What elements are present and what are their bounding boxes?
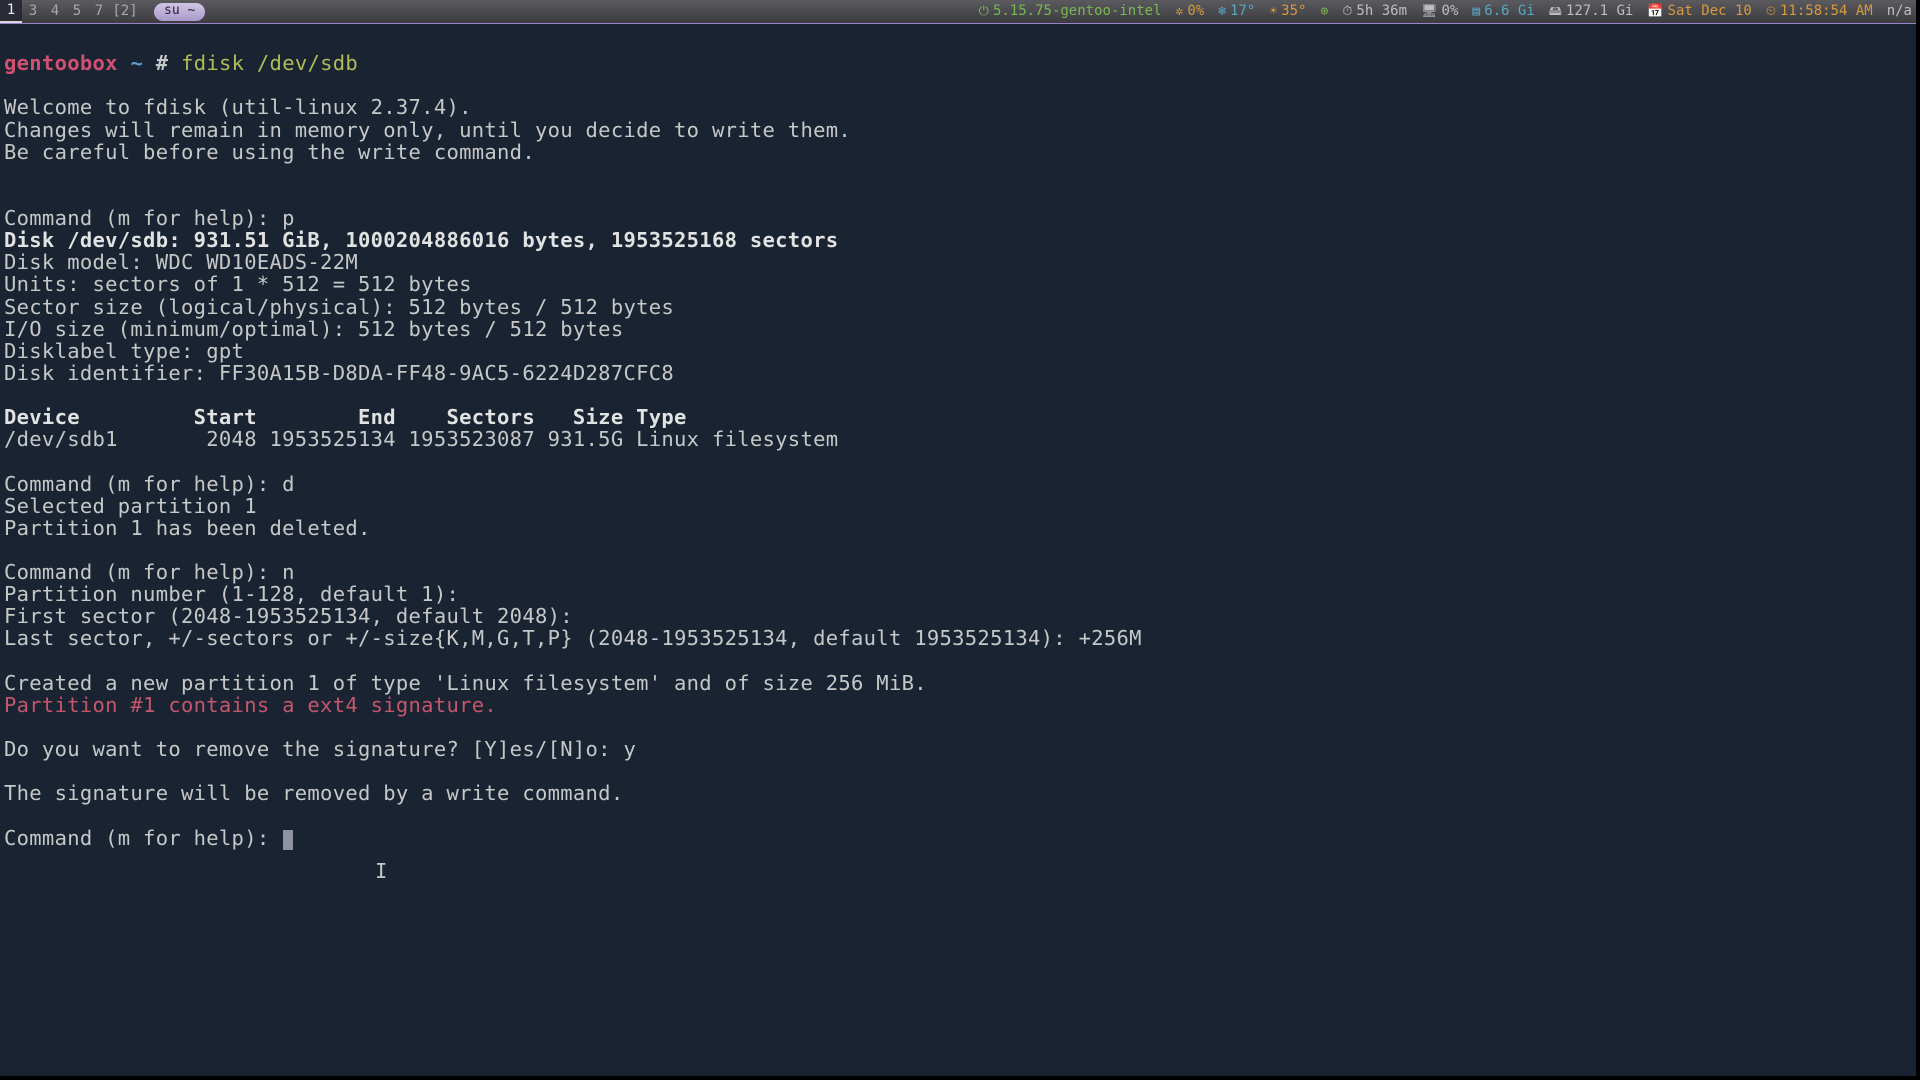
calendar-icon: 📅: [1647, 5, 1663, 18]
partition-number-prompt: Partition number (1-128, default 1):: [4, 582, 472, 606]
disk-io-size: I/O size (minimum/optimal): 512 bytes / …: [4, 317, 623, 341]
ram-icon: ▤: [1472, 5, 1480, 18]
text-caret-icon: I: [375, 860, 387, 882]
workspace-4[interactable]: 4: [44, 0, 66, 23]
workspace-7[interactable]: 7: [88, 0, 110, 23]
date-indicator: 📅 Sat Dec 10: [1647, 4, 1751, 19]
uptime-indicator: ⏱ 5h 36m: [1342, 4, 1407, 19]
prompt-host: gentoobox: [4, 51, 118, 75]
signature-removed-notice: The signature will be removed by a write…: [4, 781, 623, 805]
system-tray: ⏻ 5.15.75-gentoo-intel ✲ 0% ❄ 17° ☀ 35° …: [979, 4, 1920, 19]
fdisk-command-n: Command (m for help): n: [4, 560, 295, 584]
workspace-2[interactable]: [2]: [110, 0, 140, 23]
terminal[interactable]: gentoobox ~ # fdisk /dev/sdb Welcome to …: [0, 24, 1920, 850]
disk-label-type: Disklabel type: gpt: [4, 339, 244, 363]
time-icon: ⏲: [1766, 5, 1776, 18]
fan-text: 0%: [1187, 4, 1204, 19]
prompt-sigil: #: [156, 51, 169, 75]
fan-icon: ✲: [1176, 5, 1184, 18]
disk-indicator: 🖴 127.1 Gi: [1549, 4, 1634, 19]
remove-signature-prompt: Do you want to remove the signature? [Y]…: [4, 737, 636, 761]
time-indicator: ⏲ 11:58:54 AM: [1766, 4, 1873, 19]
terminal-cursor: [283, 830, 293, 850]
workspace-5[interactable]: 5: [66, 0, 88, 23]
partition-table-row: /dev/sdb1 2048 1953525134 1953523087 931…: [4, 427, 838, 451]
partition-table-header: Device Start End Sectors Size Type: [4, 405, 687, 429]
status-bar: 1 3 4 5 7 [2] su ~ ⏻ 5.15.75-gentoo-inte…: [0, 0, 1920, 24]
memory-indicator: ▤ 6.6 Gi: [1472, 4, 1534, 19]
prompt-command: fdisk /dev/sdb: [181, 51, 358, 75]
window-title: su ~: [154, 3, 205, 21]
battery-indicator: 🖥 0%: [1421, 4, 1458, 19]
workspace-switcher[interactable]: 1 3 4 5 7 [2]: [0, 0, 140, 23]
extra-indicator: n/a: [1887, 4, 1912, 19]
prompt-line: gentoobox ~ # fdisk /dev/sdb: [4, 51, 358, 75]
workspace-1[interactable]: 1: [0, 0, 22, 23]
temp-cold-indicator: ❄ 17°: [1218, 4, 1255, 19]
net-indicator: ⊕: [1320, 5, 1328, 18]
power-icon: ⏻: [979, 5, 989, 18]
first-sector-prompt: First sector (2048-1953525134, default 2…: [4, 604, 586, 628]
kernel-text: 5.15.75-gentoo-intel: [993, 4, 1162, 19]
disk-units: Units: sectors of 1 * 512 = 512 bytes: [4, 272, 472, 296]
partition-deleted: Partition 1 has been deleted.: [4, 516, 371, 540]
fan-indicator: ✲ 0%: [1176, 4, 1205, 19]
fdisk-command-d: Command (m for help): d: [4, 472, 295, 496]
disk-identifier: Disk identifier: FF30A15B-D8DA-FF48-9AC5…: [4, 361, 674, 385]
disk-model: Disk model: WDC WD10EADS-22M: [4, 250, 358, 274]
date-text: Sat Dec 10: [1668, 4, 1752, 19]
workspace-3[interactable]: 3: [22, 0, 44, 23]
hdd-icon: 🖴: [1549, 5, 1562, 18]
prompt-path: ~: [130, 51, 143, 75]
globe-icon: ⊕: [1320, 5, 1328, 18]
temp-hot-text: 35°: [1281, 4, 1306, 19]
signature-warning: Partition #1 contains a ext4 signature.: [4, 693, 497, 717]
kernel-indicator: ⏻ 5.15.75-gentoo-intel: [979, 4, 1162, 19]
welcome-line-1: Welcome to fdisk (util-linux 2.37.4).: [4, 95, 472, 119]
memory-text: 6.6 Gi: [1484, 4, 1535, 19]
time-text: 11:58:54 AM: [1780, 4, 1873, 19]
last-sector-prompt: Last sector, +/-sectors or +/-size{K,M,G…: [4, 626, 1142, 650]
snowflake-icon: ❄: [1218, 5, 1226, 18]
fdisk-command-waiting: Command (m for help):: [4, 826, 282, 850]
welcome-line-3: Be careful before using the write comman…: [4, 140, 535, 164]
disk-sector-size: Sector size (logical/physical): 512 byte…: [4, 295, 674, 319]
partition-created: Created a new partition 1 of type 'Linux…: [4, 671, 927, 695]
fdisk-command-p: Command (m for help): p: [4, 206, 295, 230]
uptime-text: 5h 36m: [1356, 4, 1407, 19]
disk-text: 127.1 Gi: [1566, 4, 1633, 19]
monitor-icon: 🖥: [1421, 5, 1438, 18]
temp-cold-text: 17°: [1230, 4, 1255, 19]
disk-summary: Disk /dev/sdb: 931.51 GiB, 1000204886016…: [4, 228, 838, 252]
temp-hot-indicator: ☀ 35°: [1269, 4, 1306, 19]
clock-icon: ⏱: [1342, 5, 1352, 18]
sun-icon: ☀: [1269, 5, 1277, 18]
welcome-line-2: Changes will remain in memory only, unti…: [4, 118, 851, 142]
battery-text: 0%: [1442, 4, 1459, 19]
selected-partition: Selected partition 1: [4, 494, 257, 518]
